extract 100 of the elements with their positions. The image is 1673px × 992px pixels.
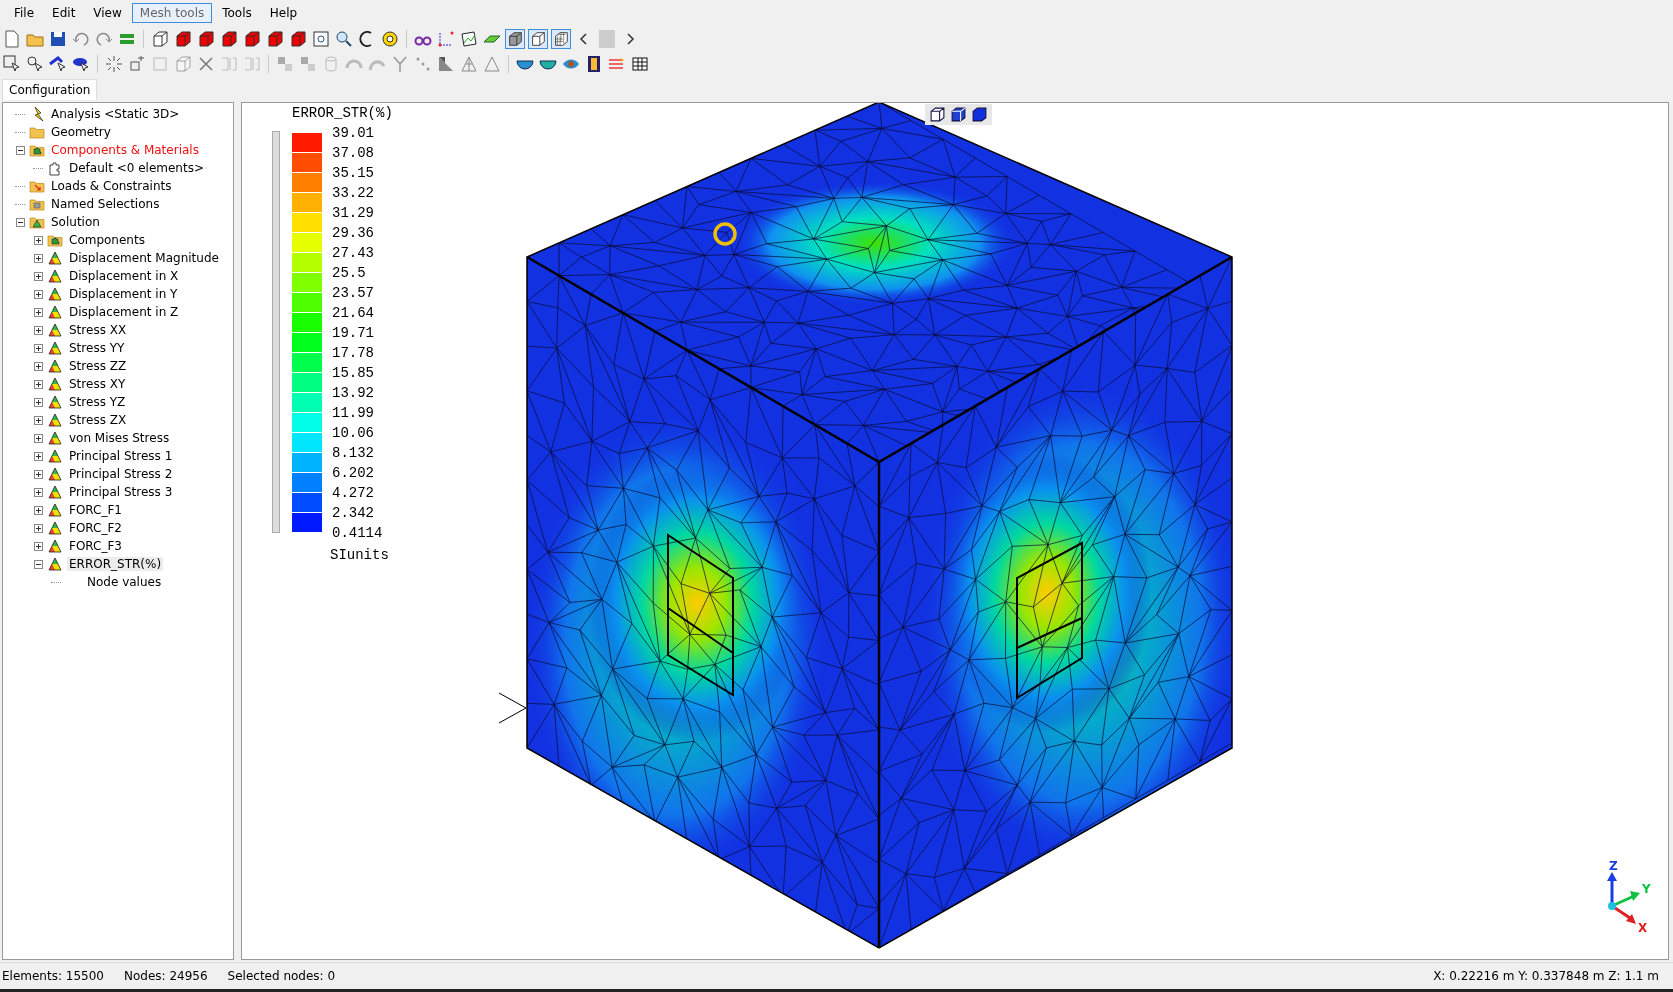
result-triangle-icon [47,502,63,518]
expand-icon[interactable] [33,433,43,443]
solution-folder-icon [29,214,45,230]
legend-value: 35.15 [332,164,375,183]
menu-item[interactable]: Help [261,3,306,23]
expand-icon[interactable] [33,469,43,479]
expand-icon[interactable] [33,379,43,389]
tree-item[interactable]: FORC_F1 [67,503,124,517]
axis-label: Y [1642,882,1651,896]
expand-icon[interactable] [33,235,43,245]
burst-icon[interactable] [104,53,124,74]
expand-icon[interactable] [33,343,43,353]
result-triangle-icon [47,286,63,302]
solid-cube-icon[interactable] [971,106,988,123]
folder-icon [29,124,45,140]
expand-icon[interactable] [33,415,43,425]
tree-item[interactable]: Components [67,233,147,247]
legend-value: 13.92 [332,384,375,403]
legend-value: 19.71 [332,324,375,343]
result-triangle-icon [47,322,63,338]
probe-ring-icon [713,222,737,246]
tree-item[interactable]: Displacement Magnitude [67,251,221,265]
tree-item[interactable]: Default <0 elements> [67,161,206,175]
search-icon[interactable] [334,28,354,49]
tree-item[interactable]: Stress ZZ [67,359,129,373]
legend-value: 2.342 [332,504,375,523]
tree-item[interactable]: Loads & Constraints [49,179,174,193]
expand-icon[interactable] [33,541,43,551]
cursor-coordinates: X: 0.22216 m Y: 0.337848 m Z: 1.1 m [1433,969,1659,983]
mesh-view-icon[interactable] [551,28,571,49]
expand-icon[interactable] [33,361,43,371]
tree-item[interactable]: Stress XY [67,377,128,391]
tree-item[interactable]: Stress YY [67,341,127,355]
legend-value: 39.01 [332,124,375,143]
tree-item[interactable]: ERROR_STR(%) [67,557,164,571]
tree-item[interactable]: Solution [49,215,102,229]
tree-item[interactable]: Stress YZ [67,395,128,409]
legend-range-slider[interactable] [272,131,280,533]
expand-icon[interactable] [33,289,43,299]
tree-item[interactable]: Stress XX [67,323,129,337]
select-box-icon[interactable] [2,53,22,74]
legend-value: 15.85 [332,364,375,383]
collapse-icon[interactable] [33,559,43,569]
selection-folder-icon [29,196,45,212]
tree-item[interactable]: von Mises Stress [67,431,172,445]
tree-item[interactable]: FORC_F3 [67,539,124,553]
expand-icon[interactable] [33,505,43,515]
result-triangle-icon [47,448,63,464]
legend-value: 37.08 [332,144,375,163]
menu-item[interactable]: Tools [214,3,260,23]
expand-icon[interactable] [33,487,43,497]
collapse-icon[interactable] [15,145,25,155]
tree-item[interactable]: Geometry [49,125,113,139]
axis-label: X [1638,921,1648,935]
tree-item[interactable]: Node values [85,575,164,589]
shaded-cube-icon[interactable] [950,106,967,123]
legend-value: 10.06 [332,424,375,443]
expand-icon[interactable] [33,307,43,317]
select-edge-icon[interactable] [48,53,68,74]
tree-item[interactable]: FORC_F2 [67,521,124,535]
shaded-view-icon[interactable] [505,28,525,49]
collapse-icon[interactable] [15,217,25,227]
expand-icon[interactable] [33,253,43,263]
menu-item[interactable]: View [85,3,130,23]
result-triangle-icon [47,556,63,572]
scroll-thumb-icon[interactable] [597,28,617,49]
legend-value: 4.272 [332,484,375,503]
tree-item[interactable]: Displacement in Z [67,305,181,319]
wireframe-cube-icon[interactable] [929,106,946,123]
tree-item[interactable]: Displacement in Y [67,287,180,301]
expand-icon[interactable] [33,271,43,281]
legend-value: 33.22 [332,184,375,203]
expand-icon[interactable] [33,325,43,335]
tree-item[interactable]: Named Selections [49,197,162,211]
tree-item[interactable]: Principal Stress 2 [67,467,175,481]
elements-count: Elements: 15500 [2,969,104,983]
menu-item[interactable]: Mesh tools [131,3,213,23]
expand-icon[interactable] [33,397,43,407]
expand-icon[interactable] [33,523,43,533]
zoom-box-icon[interactable] [311,28,331,49]
puzzle-piece-icon [47,160,63,176]
wireframe-view-icon[interactable] [528,28,548,49]
tree-item[interactable]: Stress ZX [67,413,129,427]
graph-icon[interactable] [459,28,479,49]
result-triangle-icon [47,520,63,536]
tree-item[interactable]: Displacement in X [67,269,181,283]
legend-value: 8.132 [332,444,375,463]
expand-icon[interactable] [33,451,43,461]
tree-item[interactable]: Principal Stress 1 [67,449,175,463]
result-triangle-icon [47,484,63,500]
solid-cube-icon[interactable] [288,28,308,49]
pick-icon[interactable] [25,53,45,74]
legend-value: 25.5 [332,264,367,283]
tree-item[interactable]: Analysis <Static 3D> [49,107,182,121]
result-triangle-icon [47,358,63,374]
tree-item[interactable]: Components & Materials [49,143,201,157]
configuration-tab[interactable]: Configuration [2,79,98,100]
menu-item[interactable]: File [6,3,43,23]
tree-item[interactable]: Principal Stress 3 [67,485,175,499]
menu-item[interactable]: Edit [44,3,84,23]
